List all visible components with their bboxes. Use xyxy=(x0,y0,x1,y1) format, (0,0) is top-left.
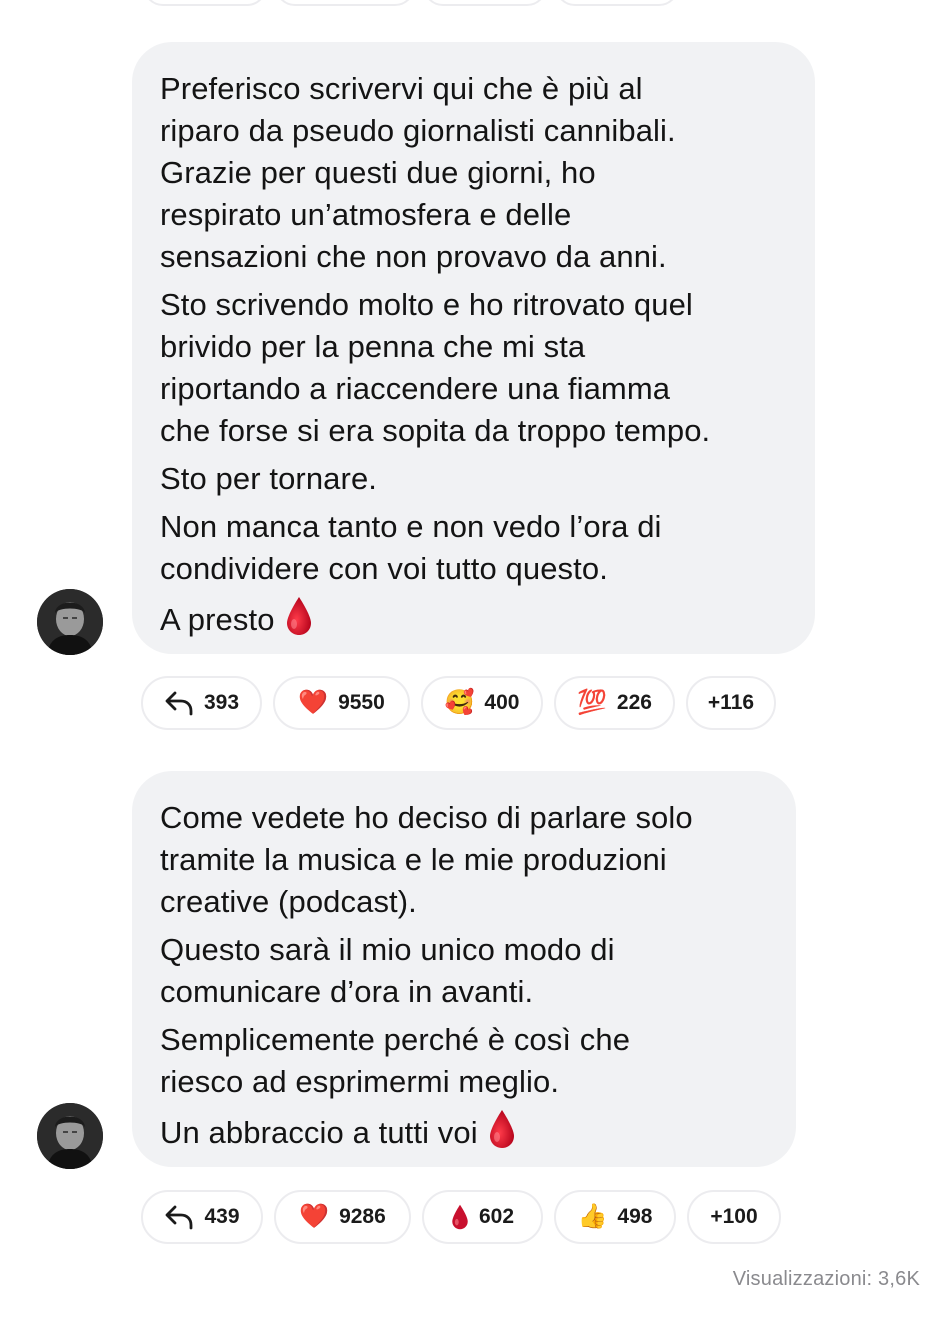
message-paragraph-last: Un abbraccio a tutti voi xyxy=(160,1109,770,1160)
message-paragraph-text: Un abbraccio a tutti voi xyxy=(160,1115,478,1150)
reaction-bar: 439 ❤️ 9286 602 👍 498 +100 xyxy=(141,1190,781,1244)
reply-arrow-icon xyxy=(164,690,194,716)
message-bubble[interactable]: Preferisco scrivervi qui che è più al ri… xyxy=(132,42,815,654)
reaction-count: 602 xyxy=(478,1205,515,1228)
reaction-count: 9286 xyxy=(339,1205,386,1228)
partial-reaction-pill xyxy=(423,0,547,6)
message-paragraph: Sto per tornare. xyxy=(160,461,377,496)
heart-icon: ❤️ xyxy=(299,1203,330,1230)
partial-reaction-pill xyxy=(275,0,415,6)
reaction-heart[interactable]: ❤️ 9550 xyxy=(273,676,410,730)
reaction-drop-of-blood[interactable]: 602 xyxy=(422,1190,543,1244)
blood-drop-icon xyxy=(451,1204,469,1230)
reaction-count: 226 xyxy=(616,691,652,714)
reply-arrow-icon xyxy=(164,1204,194,1230)
message-paragraph-text: A presto xyxy=(160,602,275,637)
message-paragraph: Come vedete ho deciso di parlare solo tr… xyxy=(160,800,693,919)
hundred-points-icon: 💯 xyxy=(577,689,607,716)
message-paragraph: Non manca tanto e non vedo l’ora di cond… xyxy=(160,509,662,586)
views-counter: Visualizzazioni: 3,6K xyxy=(732,1268,920,1290)
heart-icon: ❤️ xyxy=(298,689,329,716)
partial-reaction-pill xyxy=(143,0,267,6)
more-reactions-count: +100 xyxy=(710,1205,758,1228)
message-paragraph: Preferisco scrivervi qui che è più al ri… xyxy=(160,71,676,274)
reply-count: 439 xyxy=(204,1205,240,1228)
reaction-count: 9550 xyxy=(338,691,385,714)
blood-drop-icon xyxy=(488,1109,516,1160)
avatar[interactable] xyxy=(37,1103,103,1169)
message-bubble[interactable]: Come vedete ho deciso di parlare solo tr… xyxy=(132,771,796,1167)
reaction-hundred[interactable]: 💯 226 xyxy=(554,676,675,730)
reaction-bar: 393 ❤️ 9550 🥰 400 💯 226 +116 xyxy=(141,676,776,730)
more-reactions-count: +116 xyxy=(707,691,755,714)
message-paragraph: Semplicemente perché è così che riesco a… xyxy=(160,1022,631,1099)
message-paragraph: Sto scrivendo molto e ho ritrovato quel … xyxy=(160,287,711,448)
blood-drop-icon xyxy=(285,596,313,647)
message-paragraph-last: A presto xyxy=(160,596,789,647)
avatar[interactable] xyxy=(37,589,103,655)
smiling-face-with-hearts-icon: 🥰 xyxy=(444,689,475,716)
more-reactions-button[interactable]: +100 xyxy=(687,1190,781,1244)
reply-button[interactable]: 439 xyxy=(141,1190,263,1244)
reaction-heart[interactable]: ❤️ 9286 xyxy=(274,1190,411,1244)
reply-button[interactable]: 393 xyxy=(141,676,262,730)
reaction-thumbs-up[interactable]: 👍 498 xyxy=(554,1190,676,1244)
reaction-count: 498 xyxy=(617,1205,653,1228)
more-reactions-button[interactable]: +116 xyxy=(686,676,776,730)
reaction-smiling-face-with-hearts[interactable]: 🥰 400 xyxy=(421,676,543,730)
message-paragraph: Questo sarà il mio unico modo di comunic… xyxy=(160,932,615,1009)
reaction-count: 400 xyxy=(484,691,520,714)
partial-reaction-pill xyxy=(555,0,679,6)
thumbs-up-icon: 👍 xyxy=(577,1203,608,1230)
reply-count: 393 xyxy=(203,691,240,714)
